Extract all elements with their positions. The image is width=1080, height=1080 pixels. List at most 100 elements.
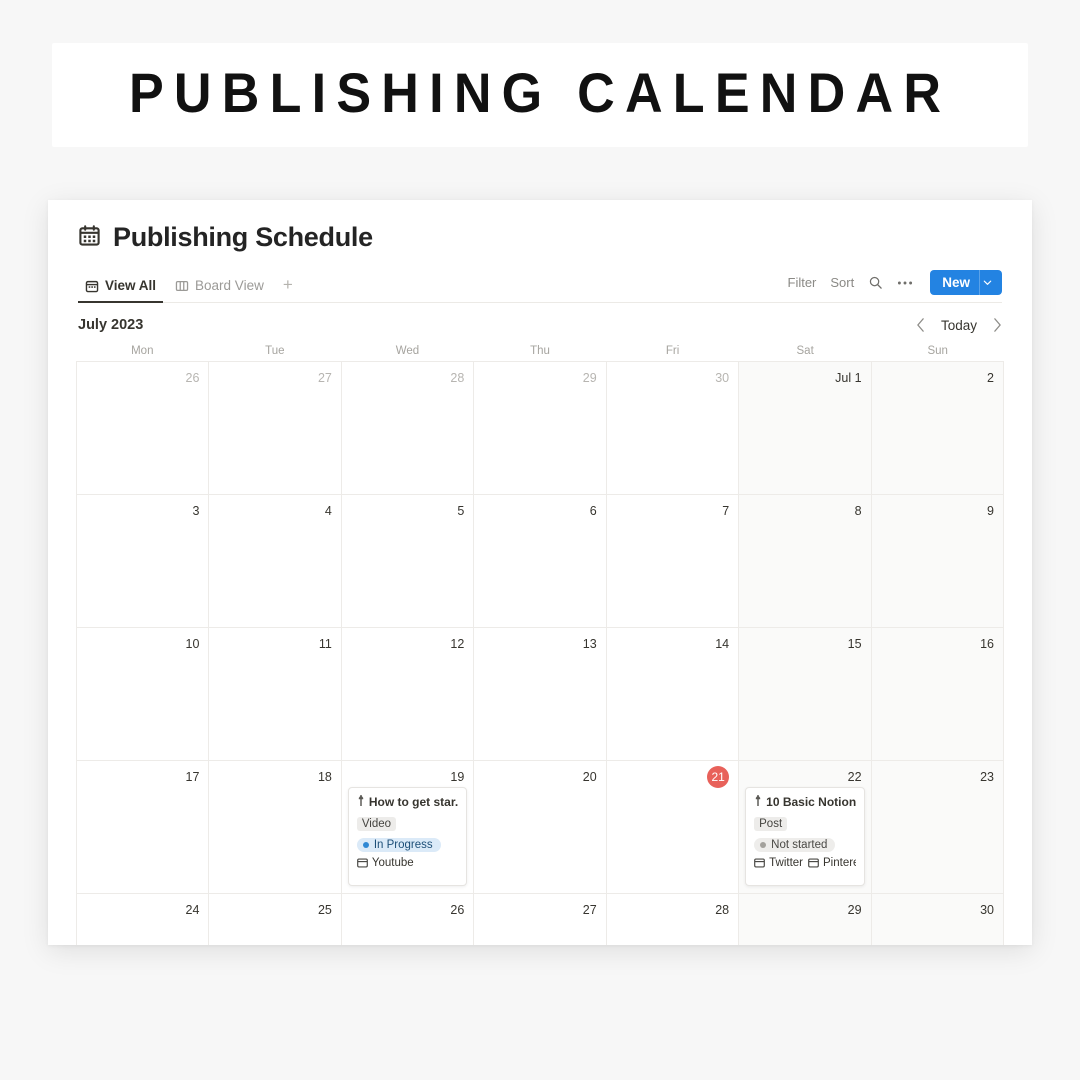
day-cell[interactable]: 27 <box>474 894 607 945</box>
app-window: Publishing Schedule View All Board View … <box>48 200 1032 945</box>
day-cell[interactable]: 10 <box>77 628 210 761</box>
day-cell[interactable]: 18 <box>209 761 342 894</box>
day-number: 3 <box>192 504 200 518</box>
event-status-badge: In Progress <box>356 838 441 852</box>
weekday-header: Mon Tue Wed Thu Fri Sat Sun <box>48 345 1032 357</box>
day-cell[interactable]: 11 <box>209 628 342 761</box>
day-cell[interactable]: 15 <box>739 628 872 761</box>
add-view-button[interactable]: + <box>276 274 300 302</box>
chevron-down-icon[interactable] <box>979 270 1002 295</box>
event-channel: Youtube <box>356 857 414 869</box>
day-cell[interactable]: 13 <box>474 628 607 761</box>
search-icon[interactable] <box>868 275 883 290</box>
day-cell[interactable]: 29 <box>739 894 872 945</box>
day-cell[interactable]: 21 <box>606 761 740 894</box>
day-number: 19 <box>450 770 465 784</box>
day-cell[interactable]: 25 <box>209 894 342 945</box>
app-header: Publishing Schedule View All Board View … <box>48 200 1032 303</box>
day-cell[interactable]: 26 <box>341 894 475 945</box>
page-title: PUBLISHING CALENDAR <box>128 61 952 124</box>
ellipsis-icon[interactable] <box>897 280 913 286</box>
day-cell[interactable]: 20 <box>474 761 607 894</box>
day-number: 25 <box>317 903 332 917</box>
tab-label: Board View <box>195 278 264 293</box>
new-button[interactable]: New <box>930 270 1002 295</box>
day-cell[interactable]: 17 <box>77 761 210 894</box>
day-number: 10 <box>185 637 200 651</box>
day-number: 4 <box>324 504 332 518</box>
event-type-tag: Post <box>754 817 788 831</box>
day-cell[interactable]: 12 <box>341 628 475 761</box>
month-label: July 2023 <box>78 317 144 333</box>
month-nav-controls: Today <box>916 318 1002 333</box>
browser-window-icon <box>808 858 819 868</box>
day-cell[interactable]: 26 <box>77 362 210 495</box>
day-number: 9 <box>987 504 994 518</box>
day-number: 27 <box>582 903 597 917</box>
tab-board-view[interactable]: Board View <box>168 274 271 302</box>
filter-button[interactable]: Filter <box>788 275 817 290</box>
day-number: 2 <box>987 371 994 385</box>
event-channel: Twitter <box>754 857 803 869</box>
day-cell[interactable]: 28 <box>341 362 475 495</box>
day-cell[interactable]: 6 <box>474 495 607 628</box>
weekday-label-wed: Wed <box>395 345 420 357</box>
day-cell[interactable]: 9 <box>871 495 1004 628</box>
day-cell[interactable]: 30 <box>871 894 1004 945</box>
day-number: 22 <box>847 770 862 784</box>
day-number: 13 <box>582 637 597 651</box>
day-number: 15 <box>847 637 862 651</box>
prev-month-button[interactable] <box>916 318 925 332</box>
weekday-label-sun: Sun <box>927 345 948 357</box>
calendar-grid: 26 27 28 29 30 Jul 1 2 3 4 5 6 7 8 9 10 11 12 13 14 15 16 17 1… <box>76 361 1004 945</box>
next-month-button[interactable] <box>993 318 1002 332</box>
day-number: 7 <box>722 504 730 518</box>
today-button[interactable]: Today <box>941 318 977 333</box>
event-channels-row: Youtube <box>356 857 458 869</box>
day-number: 30 <box>980 903 994 917</box>
day-cell[interactable]: 23 <box>871 761 1004 894</box>
day-cell[interactable]: 30 <box>606 362 740 495</box>
day-cell[interactable]: 8 <box>739 495 872 628</box>
day-cell[interactable]: 7 <box>606 495 740 628</box>
day-cell[interactable]: 27 <box>209 362 342 495</box>
day-number: 14 <box>715 637 730 651</box>
weekday-label-fri: Fri <box>665 345 680 357</box>
day-cell[interactable]: 4 <box>209 495 342 628</box>
calendar-icon <box>78 224 101 251</box>
tab-view-all[interactable]: View All <box>78 274 164 303</box>
day-number: Jul 1 <box>835 371 862 385</box>
event-status-label: Not started <box>771 839 828 851</box>
day-cell[interactable]: 16 <box>871 628 1004 761</box>
event-card[interactable]: How to get star... Video In Progress Youtub… <box>347 787 468 886</box>
day-cell[interactable]: 28 <box>606 894 740 945</box>
day-cell[interactable]: 19 How to get star... Video In Progress Yout… <box>341 761 475 894</box>
weekday-label-tue: Tue <box>265 345 285 357</box>
day-cell[interactable]: 22 10 Basic Notion... Post Not started Twitt… <box>739 761 872 894</box>
day-cell[interactable]: 29 <box>474 362 607 495</box>
browser-window-icon <box>356 858 368 868</box>
event-channel-label: Pintere <box>823 857 856 869</box>
day-cell[interactable]: 5 <box>341 495 475 628</box>
weekday-label-mon: Mon <box>131 345 154 357</box>
calendar-icon <box>85 279 99 293</box>
page-banner: PUBLISHING CALENDAR <box>0 0 1080 190</box>
status-dot-icon <box>760 842 767 848</box>
event-card[interactable]: 10 Basic Notion... Post Not started Twitter… <box>745 787 865 886</box>
day-number: 24 <box>185 903 200 917</box>
day-number: 29 <box>582 371 597 385</box>
event-channels-row: Twitter Pintere <box>754 857 856 869</box>
day-cell[interactable]: 3 <box>77 495 210 628</box>
day-cell[interactable]: 14 <box>606 628 740 761</box>
view-tabs: View All Board View + <box>78 274 300 303</box>
day-cell[interactable]: 2 <box>871 362 1004 495</box>
day-number-today: 21 <box>707 766 730 788</box>
browser-window-icon <box>754 858 766 868</box>
sort-button[interactable]: Sort <box>830 275 854 290</box>
board-columns-icon <box>175 279 189 293</box>
view-toolbar: Filter Sort New <box>788 270 1002 302</box>
event-title: 10 Basic Notion... <box>766 795 856 809</box>
day-number: 26 <box>185 371 200 385</box>
day-cell[interactable]: Jul 1 <box>739 362 872 495</box>
day-cell[interactable]: 24 <box>77 894 210 945</box>
